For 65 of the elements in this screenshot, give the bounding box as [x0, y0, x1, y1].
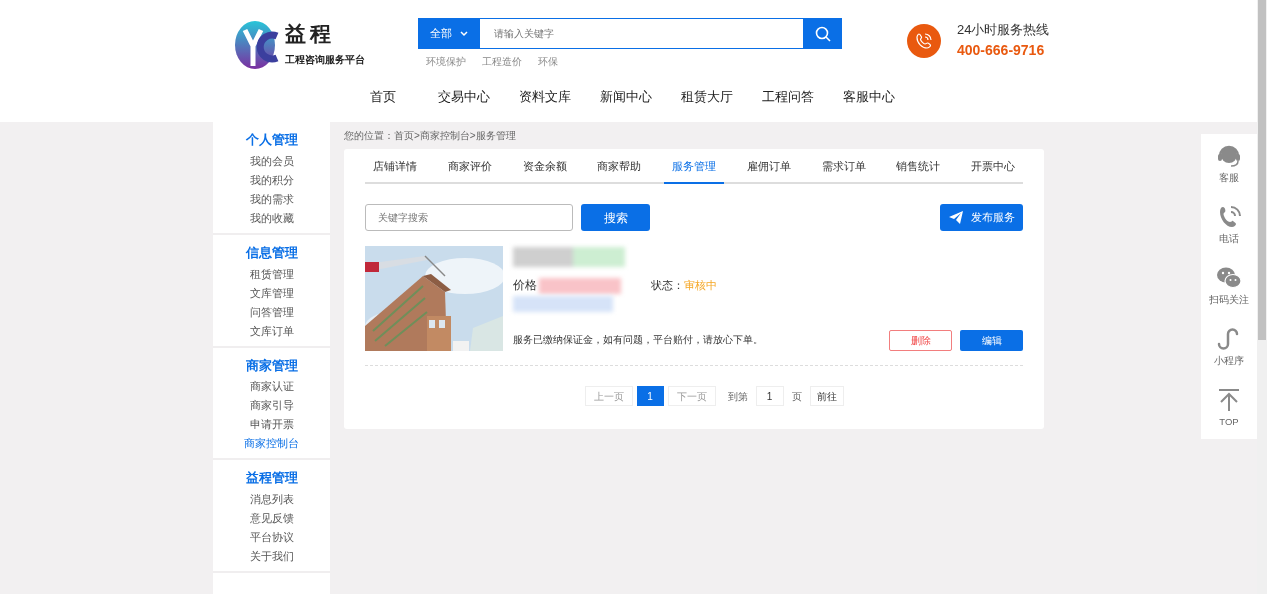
sidebar-heading: 商家管理: [244, 357, 299, 375]
sidebar-item[interactable]: 商家认证: [213, 377, 330, 397]
sidebar-item[interactable]: 问答管理: [213, 302, 330, 322]
sidebar-heading: 信息管理: [244, 244, 299, 262]
tab[interactable]: 服务管理: [664, 149, 724, 184]
delete-button[interactable]: 删除: [889, 330, 952, 351]
go-button[interactable]: 前往: [809, 386, 844, 406]
search-button[interactable]: 搜索: [581, 204, 650, 231]
hot-keyword-link[interactable]: 工程造价: [482, 54, 522, 69]
sidebar-item[interactable]: 我的积分: [213, 170, 330, 190]
breadcrumb: 您的位置：首页>商家控制台>服务管理: [344, 129, 516, 143]
side-tool-button[interactable]: 电话: [1201, 195, 1257, 256]
nav-link[interactable]: 工程问答: [747, 88, 828, 107]
logo-name: 益程: [285, 23, 336, 44]
tab[interactable]: 需求订单: [813, 149, 874, 184]
page-number-button[interactable]: 1: [636, 386, 664, 406]
tab[interactable]: 雇佣订单: [738, 149, 799, 184]
search-field[interactable]: 请输入关键字: [480, 18, 803, 49]
sidebar-item[interactable]: 我的需求: [213, 189, 330, 209]
side-tool-button[interactable]: 小程序: [1201, 317, 1257, 378]
tab[interactable]: 开票中心: [963, 149, 1023, 184]
sidebar-item[interactable]: 文库订单: [213, 321, 330, 341]
sidebar-item[interactable]: 申请开票: [213, 415, 330, 435]
page-unit-label: 页: [791, 389, 802, 404]
sidebar-item[interactable]: 租赁管理: [213, 264, 330, 284]
publish-button[interactable]: 发布服务: [940, 204, 1023, 231]
sidebar-item[interactable]: 商家控制台: [213, 434, 330, 454]
nav-link[interactable]: 新闻中心: [585, 88, 666, 107]
tab[interactable]: 商家帮助: [589, 149, 650, 184]
goto-label: 到第: [727, 389, 748, 404]
sidebar-item[interactable]: 意见反馈: [213, 509, 330, 528]
sidebar-item[interactable]: 消息列表: [213, 490, 330, 509]
edit-button[interactable]: 编辑: [960, 330, 1023, 351]
side-tool-button[interactable]: TOP: [1201, 378, 1257, 439]
side-tool-button[interactable]: 客服: [1201, 134, 1257, 195]
service-note: 服务已缴纳保证金，如有问题，平台赔付，请放心下单。: [513, 333, 763, 348]
status-label: 状态：: [651, 278, 684, 294]
nav-link[interactable]: 交易中心: [423, 88, 504, 107]
logo-tagline: 工程咨询服务平台: [285, 53, 365, 67]
sidebar-item[interactable]: 文库管理: [213, 283, 330, 303]
hotline-number: 400-666-9716: [957, 40, 1046, 60]
tab[interactable]: 销售统计: [888, 149, 949, 184]
tab[interactable]: 商家评价: [439, 149, 500, 184]
sidebar-heading: 个人管理: [244, 132, 299, 149]
sidebar-item[interactable]: 我的会员: [213, 151, 330, 171]
sidebar-item[interactable]: 平台协议: [213, 528, 330, 547]
sidebar-item[interactable]: 关于我们: [213, 547, 330, 566]
nav-link[interactable]: 租赁大厅: [666, 88, 747, 107]
hot-keyword-link[interactable]: 环保: [538, 54, 558, 69]
tab[interactable]: 资金余额: [514, 149, 575, 184]
keyword-field[interactable]: 关键字搜索: [365, 204, 573, 231]
hotline-label: 24小时服务热线: [957, 21, 1050, 39]
side-tool-button[interactable]: 扫码关注: [1201, 256, 1257, 317]
price-label: 价格: [513, 278, 537, 293]
sidebar-item[interactable]: 我的收藏: [213, 208, 330, 228]
category-dropdown[interactable]: 全部: [418, 18, 480, 49]
nav-link[interactable]: 首页: [342, 88, 423, 107]
tab[interactable]: 店铺详情: [365, 149, 425, 184]
page-field[interactable]: 1: [755, 386, 784, 406]
hot-keyword-link[interactable]: 环境保护: [426, 54, 466, 69]
nav-link[interactable]: 资料文库: [504, 88, 585, 107]
status-text: 审核中: [684, 278, 717, 294]
sidebar-heading: 益程管理: [244, 470, 299, 488]
sidebar-item[interactable]: 商家引导: [213, 396, 330, 416]
nav-link[interactable]: 客服中心: [828, 88, 909, 107]
